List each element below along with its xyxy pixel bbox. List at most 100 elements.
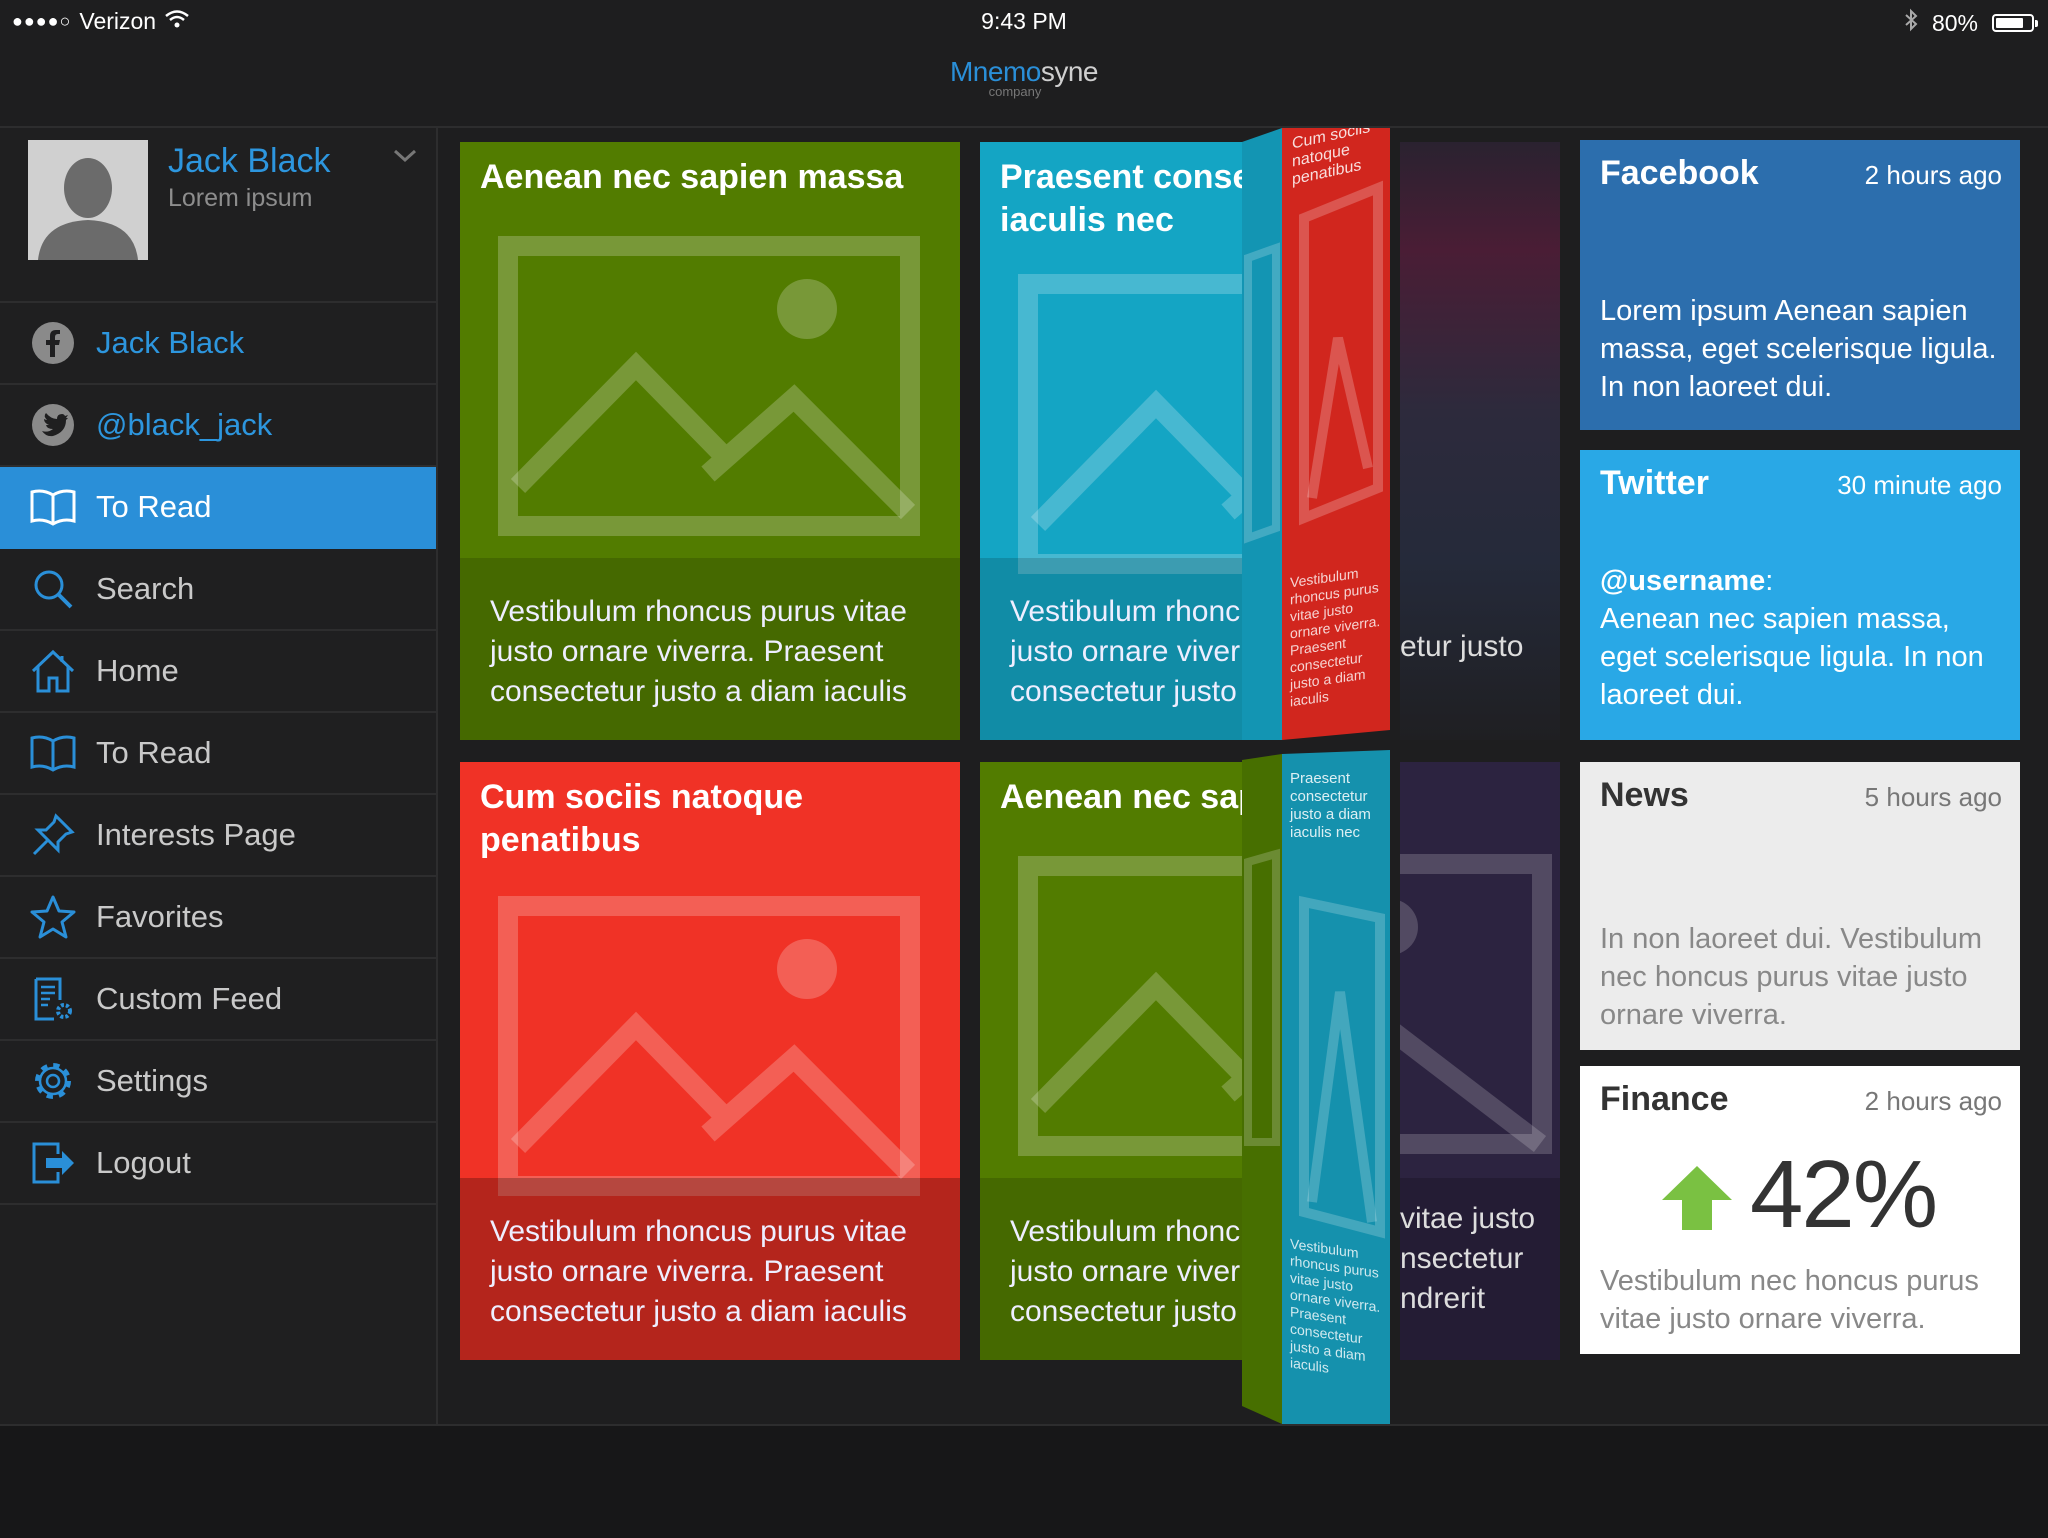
page-fold-top[interactable]: Cum sociis natoque penatibus Vestibulum …: [1242, 128, 1390, 740]
pushpin-icon: [28, 812, 78, 858]
nav-label: Interests Page: [96, 817, 296, 852]
profile-header[interactable]: Jack Black Lorem ipsum: [0, 128, 436, 303]
profile-subtitle: Lorem ipsum: [168, 184, 313, 212]
search-icon: [28, 566, 78, 612]
twitter-card[interactable]: Twitter 30 minute ago @username: Aenean …: [1580, 450, 2020, 740]
app-logo: Mnemosyne company: [0, 56, 2048, 99]
twitter-icon: [28, 402, 78, 448]
image-placeholder-icon: [1400, 854, 1552, 1154]
finance-card[interactable]: Finance 2 hours ago 42% Vestibulum nec h…: [1580, 1066, 2020, 1354]
status-bar: ●●●●○ Verizon 9:43 PM 80%: [0, 0, 2048, 44]
bluetooth-icon: [1904, 8, 1918, 38]
tile-footer: vitae justo nsectetur ndrerit: [1400, 1178, 1560, 1360]
card-text: Vestibulum nec honcus purus vitae justo …: [1600, 1265, 1979, 1335]
open-book-icon: [28, 484, 78, 530]
open-book-icon: [28, 730, 78, 776]
article-tile[interactable]: Aenean nec sapien massa Vestibulum rhonc…: [460, 142, 960, 740]
tile-footer: Vestibulum rhoncus purus vitae justo orn…: [980, 558, 1242, 740]
card-title: Twitter: [1600, 464, 1709, 502]
battery-icon: [1992, 14, 2038, 32]
tile-title: Aenean nec sapien massa: [1000, 778, 1242, 816]
card-title: News: [1600, 776, 1689, 814]
sidebar: Jack Black Lorem ipsum Jack Black @black…: [0, 128, 438, 1424]
facebook-card[interactable]: Facebook 2 hours ago Lorem ipsum Aenean …: [1580, 140, 2020, 430]
clock: 9:43 PM: [981, 8, 1067, 34]
card-time: 2 hours ago: [1864, 1086, 2002, 1116]
partial-tile-text: etur justo: [1400, 630, 1524, 663]
nav-item-favorites[interactable]: Favorites: [0, 877, 436, 959]
nav-item-custom-feed[interactable]: Custom Feed: [0, 959, 436, 1041]
partial-tile-bottom[interactable]: vitae justo nsectetur ndrerit: [1400, 762, 1560, 1360]
fold-text: Vestibulum rhoncus purus vitae justo orn…: [1290, 564, 1381, 710]
nav-label: Jack Black: [96, 325, 245, 360]
battery-percent: 80%: [1931, 9, 1978, 36]
nav-label: Favorites: [96, 899, 224, 934]
twitter-handle[interactable]: @username: [1600, 565, 1765, 597]
tile-footer: Vestibulum rhoncus purus vitae justo orn…: [980, 1178, 1242, 1360]
article-tile[interactable]: Aenean nec sapien massa Vestibulum rhonc…: [980, 762, 1242, 1360]
nav-item-settings[interactable]: Settings: [0, 1041, 436, 1123]
card-time: 30 minute ago: [1837, 470, 2002, 500]
image-placeholder-icon: [1018, 274, 1242, 574]
tile-body: Vestibulum rhoncus purus vitae justo orn…: [1010, 595, 1242, 708]
tile-body: Vestibulum rhoncus purus vitae justo orn…: [1010, 1215, 1242, 1328]
nav-label: Home: [96, 653, 179, 688]
nav-label: Custom Feed: [96, 981, 283, 1016]
card-title: Facebook: [1600, 154, 1759, 192]
card-title: Finance: [1600, 1080, 1729, 1118]
star-icon: [28, 894, 78, 940]
nav-item-facebook[interactable]: Jack Black: [0, 303, 436, 385]
nav-item-to-read-active[interactable]: To Read: [0, 467, 436, 549]
tile-title: Praesent consectetur diam iaculis nec: [1000, 158, 1242, 239]
tile-title: Cum sociis natoque penatibus: [480, 778, 804, 859]
image-placeholder-icon: [498, 236, 920, 536]
nav-item-logout[interactable]: Logout: [0, 1123, 436, 1205]
bottom-bar: [0, 1424, 2048, 1538]
nav-label: To Read: [96, 735, 212, 770]
colon: :: [1765, 565, 1774, 597]
nav-item-to-read[interactable]: To Read: [0, 713, 436, 795]
feed-settings-icon: [28, 976, 78, 1022]
tile-body: Vestibulum rhoncus purus vitae justo orn…: [490, 595, 907, 708]
fold-title: Praesent consectetur justo a diam iaculi…: [1290, 770, 1371, 841]
logout-icon: [28, 1140, 78, 1186]
logo-part-2: syne: [1040, 56, 1099, 87]
nav-item-search[interactable]: Search: [0, 549, 436, 631]
nav-label: Logout: [96, 1145, 191, 1180]
partial-tile-line: nsectetur: [1400, 1242, 1524, 1275]
image-placeholder-icon: [498, 896, 920, 1196]
partial-tile-line: vitae justo: [1400, 1202, 1536, 1235]
nav-label: To Read: [96, 489, 212, 524]
article-tile[interactable]: Praesent consectetur diam iaculis nec Ve…: [980, 142, 1242, 740]
home-icon: [28, 648, 78, 694]
news-card[interactable]: News 5 hours ago In non laoreet dui. Ves…: [1580, 762, 2020, 1050]
logo-subtitle: company: [988, 84, 1042, 99]
image-placeholder-icon: [1018, 856, 1242, 1156]
nav-label: @black_jack: [96, 407, 273, 442]
partial-tile-line: ndrerit: [1400, 1282, 1486, 1315]
article-tile[interactable]: Cum sociis natoque penatibus Vestibulum …: [460, 762, 960, 1360]
tweet-text: Aenean nec sapien massa, eget scelerisqu…: [1600, 603, 1984, 711]
finance-value: 42%: [1750, 1141, 1938, 1248]
fold-text: Vestibulum rhoncus purus vitae justo orn…: [1290, 1235, 1381, 1376]
logo-part-1: Mnemo: [949, 56, 1041, 87]
nav-item-interests[interactable]: Interests Page: [0, 795, 436, 877]
card-time: 2 hours ago: [1864, 160, 2002, 190]
card-text: @username: Aenean nec sapien massa, eget…: [1600, 562, 2002, 714]
tile-footer: Vestibulum rhoncus purus vitae justo orn…: [460, 1178, 960, 1360]
arrow-up-icon: [1660, 1164, 1734, 1237]
card-time: 5 hours ago: [1864, 782, 2002, 812]
tile-title: Aenean nec sapien massa: [480, 158, 904, 196]
partial-tile-top[interactable]: etur justo: [1400, 142, 1560, 740]
nav-item-twitter[interactable]: @black_jack: [0, 385, 436, 467]
chevron-down-icon[interactable]: [392, 148, 418, 169]
facebook-icon: [28, 320, 78, 366]
gear-icon: [28, 1058, 78, 1104]
app-header: Mnemosyne company: [0, 44, 2048, 128]
card-text: In non laoreet dui. Vestibulum nec honcu…: [1600, 923, 1983, 1031]
card-text: Lorem ipsum Aenean sapien massa, eget sc…: [1600, 295, 1997, 403]
profile-name: Jack Black: [168, 142, 331, 180]
nav-item-home[interactable]: Home: [0, 631, 436, 713]
page-fold-bottom[interactable]: Praesent consectetur justo a diam iaculi…: [1242, 742, 1390, 1424]
nav-label: Settings: [96, 1063, 209, 1098]
